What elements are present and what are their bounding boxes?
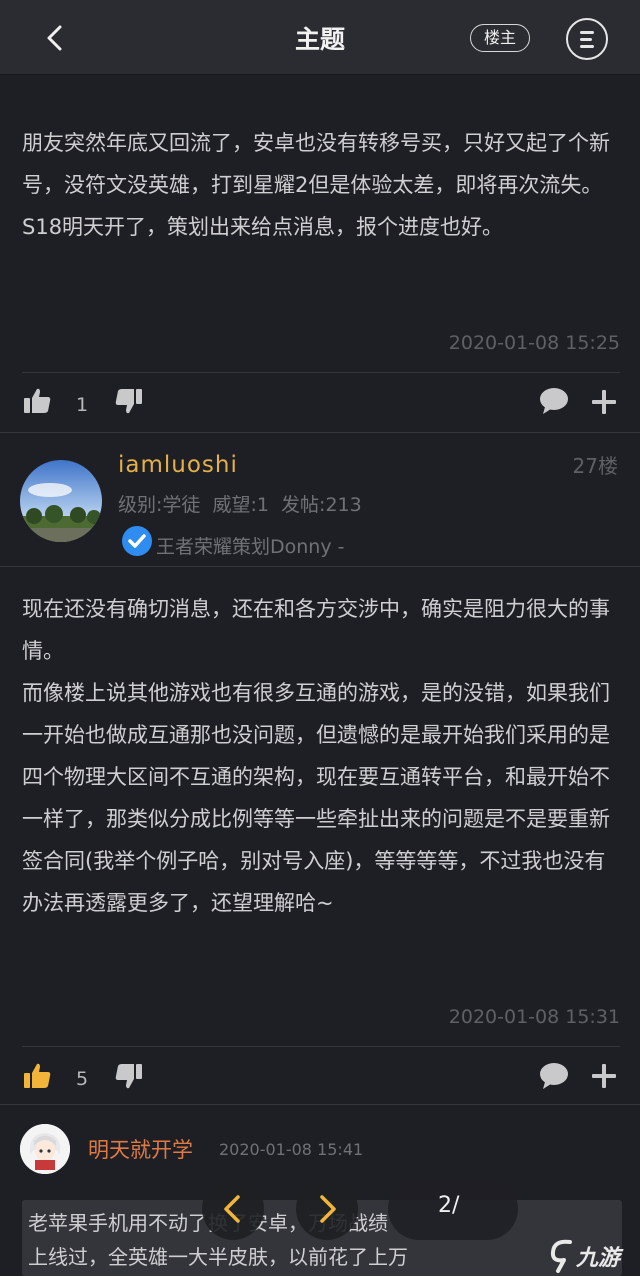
dislike-button[interactable]	[114, 386, 144, 420]
thumbs-down-icon	[115, 389, 142, 414]
post-timestamp: 2020-01-08 15:25	[448, 332, 620, 354]
divider	[22, 372, 620, 373]
watermark-logo: 九游	[548, 1236, 640, 1276]
op-only-button[interactable]: 楼主	[470, 24, 530, 52]
verified-title: 王者荣耀策划Donny -	[156, 536, 345, 558]
next-page-button[interactable]	[296, 1178, 358, 1240]
plus-icon	[592, 1064, 616, 1088]
floor-number: 27楼	[572, 454, 618, 478]
menu-button[interactable]	[566, 18, 608, 60]
thumbs-up-icon	[24, 388, 51, 413]
divider	[0, 566, 640, 567]
page-number: 2/	[438, 1193, 460, 1218]
page-indicator[interactable]: 2/	[388, 1178, 518, 1240]
thumbs-down-icon	[115, 1064, 142, 1089]
jiuyou-logo-icon	[550, 1239, 572, 1273]
like-button[interactable]	[22, 1061, 52, 1095]
page-title: 主题	[294, 25, 345, 54]
like-count: 5	[76, 1068, 89, 1090]
avatar-image	[20, 1124, 70, 1174]
divider	[0, 1104, 640, 1105]
comment-button[interactable]	[538, 1061, 570, 1095]
comment-bubble-icon	[540, 388, 568, 414]
user-stats: 级别:学徒 威望:1 发帖:213	[118, 494, 362, 516]
prev-page-button[interactable]	[202, 1178, 264, 1240]
post-body: 朋友突然年底又回流了，安卓也没有转移号买，只好又起了个新号，没符文没英雄，打到星…	[22, 131, 610, 239]
verified-badge-icon	[120, 524, 154, 558]
post-body: 现在还没有确切消息，还在和各方交涉中，确实是阻力很大的事情。 而像楼上说其他游戏…	[22, 597, 610, 915]
top-navigation-bar: 主题 楼主	[0, 0, 640, 74]
comment-button[interactable]	[538, 386, 570, 420]
plus-icon	[592, 390, 616, 414]
dislike-button[interactable]	[114, 1061, 144, 1095]
reply-timestamp: 2020-01-08 15:41	[219, 1140, 364, 1159]
avatar[interactable]	[20, 460, 102, 542]
username[interactable]: iamluoshi	[118, 452, 238, 478]
thumbs-up-icon	[24, 1063, 51, 1088]
post-timestamp: 2020-01-08 15:31	[448, 1006, 620, 1028]
add-button[interactable]	[590, 1062, 618, 1094]
like-count: 1	[76, 394, 89, 416]
add-button[interactable]	[590, 388, 618, 420]
chevron-right-icon	[320, 1195, 336, 1223]
watermark-text: 九游	[576, 1246, 621, 1271]
divider	[0, 432, 640, 433]
like-button[interactable]	[22, 386, 52, 420]
comment-bubble-icon	[540, 1063, 568, 1089]
avatar-image	[20, 460, 102, 542]
reply-avatar[interactable]	[20, 1124, 70, 1174]
divider	[22, 1046, 620, 1047]
reply-username[interactable]: 明天就开学	[88, 1134, 193, 1164]
chevron-left-icon	[224, 1195, 240, 1223]
